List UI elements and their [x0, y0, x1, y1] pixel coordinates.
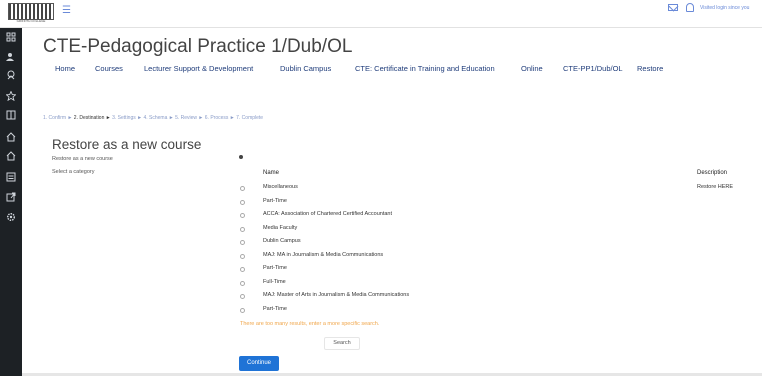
category-radio[interactable] — [240, 294, 245, 299]
restore-option-radio[interactable] — [239, 155, 243, 159]
category-radio[interactable] — [240, 308, 245, 313]
category-name: Miscellaneous — [263, 184, 298, 190]
users-icon[interactable] — [6, 52, 16, 62]
nav-restore[interactable]: Restore — [637, 64, 663, 73]
category-label: Select a category — [52, 169, 95, 175]
category-row[interactable]: Miscellaneous Restore HERE — [240, 184, 740, 194]
category-radio[interactable] — [240, 254, 245, 259]
course-title: CTE-Pedagogical Practice 1/Dub/OL — [43, 36, 353, 57]
export-icon[interactable] — [6, 192, 16, 202]
category-row[interactable]: Part-Time — [240, 198, 740, 208]
grid-icon[interactable] — [6, 32, 16, 42]
nav-home[interactable]: Home — [55, 64, 75, 73]
bell-icon[interactable] — [686, 3, 694, 12]
column-description: Description — [697, 170, 728, 176]
book-icon[interactable] — [6, 110, 16, 120]
nav-dublin-campus[interactable]: Dublin Campus — [280, 64, 331, 73]
nav-cte-certificate[interactable]: CTE: Certificate in Training and Educati… — [355, 64, 495, 73]
category-row[interactable]: Media Faculty — [240, 225, 740, 235]
restore-title: Restore as a new course — [52, 137, 202, 152]
home-icon[interactable] — [6, 151, 16, 161]
step-current: 2. Destination ► — [72, 115, 113, 121]
category-name: Part-Time — [263, 198, 287, 204]
logo-text: GRIFFITH COLLEGE — [16, 19, 46, 23]
category-radio[interactable] — [240, 186, 245, 191]
category-name: Dublin Campus — [263, 238, 301, 244]
category-name: ACCA: Association of Chartered Certified… — [263, 211, 393, 217]
continue-button[interactable]: Continue — [239, 356, 279, 371]
step-rest: 3. Settings ► 4. Schema ► 5. Review ► 6.… — [112, 115, 264, 121]
settings-icon[interactable] — [6, 212, 16, 222]
left-sidebar — [0, 28, 22, 376]
too-many-results-warning: There are too many results, enter a more… — [240, 321, 380, 327]
category-name: MAJ: MA in Journalism & Media Communicat… — [263, 252, 384, 258]
category-name: Part-Time — [263, 265, 287, 271]
category-radio[interactable] — [240, 227, 245, 232]
restore-steps: 1. Confirm ► 2. Destination ► 3. Setting… — [43, 115, 263, 121]
list-icon[interactable] — [6, 172, 16, 182]
step-done: 1. Confirm ► — [43, 115, 73, 121]
home-icon[interactable] — [6, 132, 16, 142]
nav-cte-pp1[interactable]: CTE-PP1/Dub/OL — [563, 64, 623, 73]
category-name: Part-Time — [263, 306, 287, 312]
star-icon[interactable] — [6, 91, 16, 101]
category-row[interactable]: MAJ: MA in Journalism & Media Communicat… — [240, 252, 740, 262]
category-name: Media Faculty — [263, 225, 298, 231]
category-row[interactable]: MAJ: Master of Arts in Journalism & Medi… — [240, 292, 740, 302]
category-radio[interactable] — [240, 267, 245, 272]
category-name: MAJ: Master of Arts in Journalism & Medi… — [263, 292, 410, 298]
restore-option-label: Restore as a new course — [52, 156, 113, 162]
category-radio[interactable] — [240, 200, 245, 205]
category-radio[interactable] — [240, 240, 245, 245]
nav-online[interactable]: Online — [521, 64, 543, 73]
search-button[interactable]: Search — [324, 337, 360, 350]
category-radio[interactable] — [240, 281, 245, 286]
badge-icon[interactable] — [6, 70, 16, 80]
category-row[interactable]: ACCA: Association of Chartered Certified… — [240, 211, 740, 221]
mail-icon[interactable] — [668, 4, 678, 11]
column-name: Name — [263, 170, 280, 176]
category-row[interactable]: Dublin Campus — [240, 238, 740, 248]
top-navbar: GRIFFITH COLLEGE ☰ Visited login since y… — [0, 0, 762, 28]
category-row[interactable]: Part-Time — [240, 265, 740, 275]
hamburger-icon[interactable]: ☰ — [62, 5, 71, 16]
login-status[interactable]: Visited login since you — [700, 5, 749, 11]
category-description: Restore HERE — [697, 184, 734, 190]
nav-lecturer-support[interactable]: Lecturer Support & Development — [144, 64, 253, 73]
nav-courses[interactable]: Courses — [95, 64, 123, 73]
category-radio[interactable] — [240, 213, 245, 218]
category-row[interactable]: Part-Time — [240, 306, 740, 316]
college-logo[interactable] — [8, 3, 54, 20]
category-row[interactable]: Full-Time — [240, 279, 740, 289]
category-name: Full-Time — [263, 279, 286, 285]
